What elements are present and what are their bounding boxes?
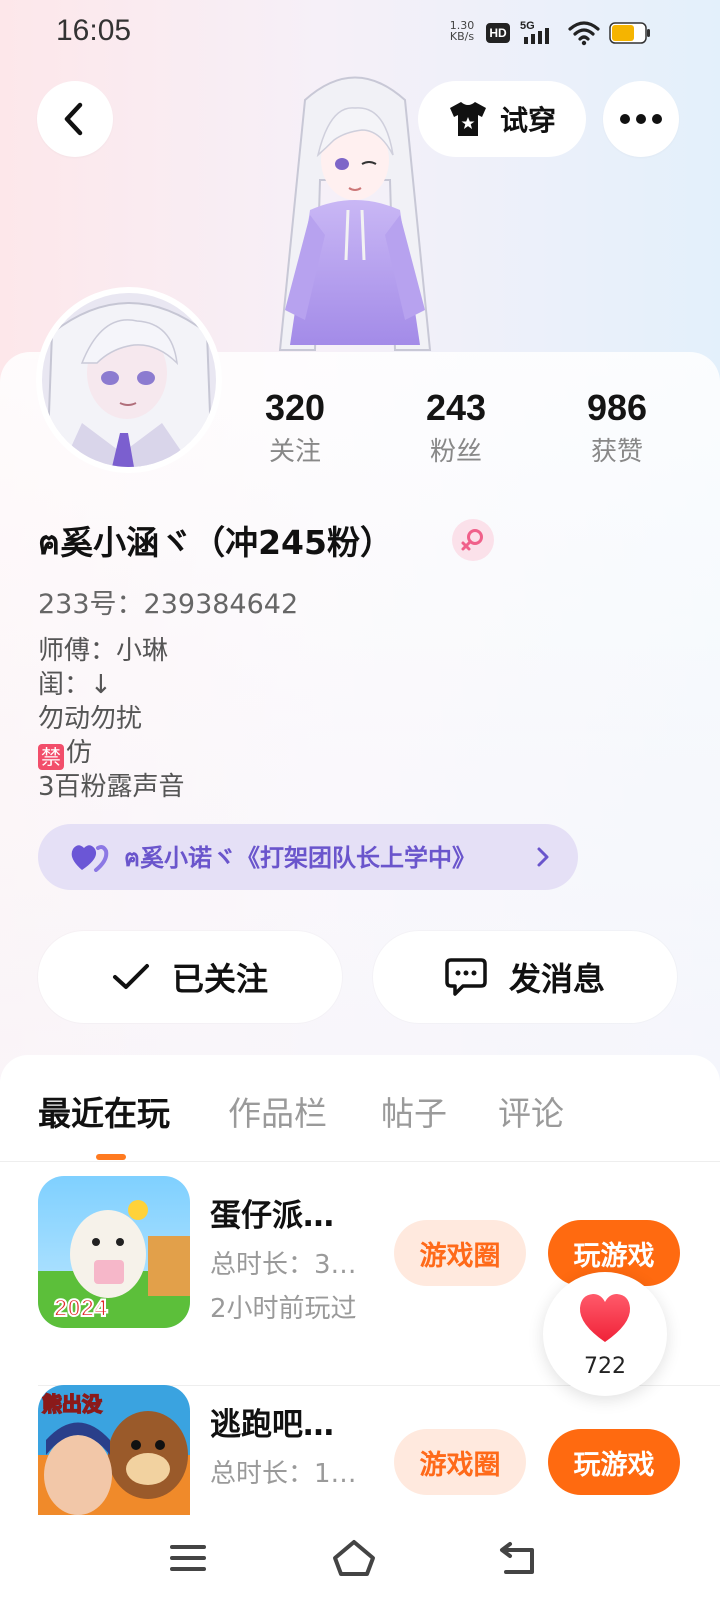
bio-line-4-text: 仿 [66,738,93,768]
gender-badge [452,519,494,561]
game-icon-eggy-party[interactable]: 2024 [38,1176,190,1328]
followed-label: 已关注 [171,960,268,998]
run-away-art: 熊出没 [38,1385,190,1515]
double-heart-icon [71,845,109,872]
female-icon [461,529,483,551]
stat-following[interactable]: 320 关注 [230,386,360,468]
prohibited-icon: 禁 [38,744,64,770]
back-button[interactable] [37,81,113,157]
tab-recently-played[interactable]: 最近在玩 [38,1087,170,1135]
network-speed-unit: KB/s [449,30,475,43]
play-game-button[interactable]: 玩游戏 [548,1429,680,1495]
tshirt-icon [449,102,486,136]
followed-button[interactable]: 已关注 [38,931,342,1023]
partner-banner[interactable]: ฅ奚小诺ヾ《打架团队长上学中》 [38,824,578,890]
send-message-label: 发消息 [508,960,605,998]
hd-badge: HD [486,23,510,43]
message-icon [445,958,487,996]
check-icon [112,964,149,989]
network-speed: 1.30 KB/s [446,20,478,42]
heart-icon [579,1294,631,1342]
tab-bar: 最近在玩 作品栏 帖子 评论 [0,1055,720,1162]
battery-icon [609,22,650,44]
more-options-button[interactable] [603,81,679,157]
tab-comments[interactable]: 评论 [498,1087,564,1135]
bio-line-4: 禁仿 [38,736,185,770]
nav-back-button[interactable] [494,1534,542,1582]
signal-icon: 5G [520,20,549,44]
more-icon [620,114,662,124]
tab-indicator [96,1154,126,1160]
back-icon [64,102,83,136]
menu-icon [170,1545,206,1571]
stat-followers[interactable]: 243 粉丝 [391,386,521,468]
try-on-label: 试穿 [499,104,556,137]
like-count: 722 [584,1354,626,1379]
nav-menu-button[interactable] [164,1534,212,1582]
return-icon [500,1542,534,1574]
avatar-image [42,293,216,467]
user-id: 233号：239384642 [38,589,299,620]
try-on-button[interactable]: 试穿 [418,81,586,157]
avatar[interactable] [36,287,222,473]
status-time: 16:05 [56,14,132,47]
game-duration: 总时长：3… [210,1250,357,1280]
eggy-party-art: 2024 [38,1176,190,1328]
tab-posts[interactable]: 帖子 [381,1087,447,1135]
network-type: 5G [520,20,535,32]
system-nav-bar [0,1516,720,1600]
home-icon [333,1540,375,1576]
partner-name: ฅ奚小诺ヾ《打架团队长上学中》 [124,843,477,872]
following-count: 320 [264,387,326,428]
followers-label: 粉丝 [429,437,482,467]
likes-label: 获赞 [590,437,643,467]
status-bar: 16:05 1.30 KB/s HD 5G [0,0,720,64]
run-away-badge: 熊出没 [42,1392,103,1416]
nav-home-button[interactable] [330,1534,378,1582]
following-label: 关注 [268,437,321,467]
game-last-played: 2小时前玩过 [210,1294,357,1324]
game-circle-button[interactable]: 游戏圈 [394,1429,526,1495]
bio-line-5: 3百粉露声音 [38,772,185,802]
bio: 师傅：小琳 闺：↓ 勿动勿扰 禁仿 3百粉露声音 [38,634,185,804]
bio-line-1: 师傅：小琳 [38,636,169,666]
username: ฅ奚小涵ヾ（冲245粉） [38,523,393,562]
stat-likes[interactable]: 986 获赞 [552,386,682,468]
followers-count: 243 [425,387,487,428]
tab-works[interactable]: 作品栏 [228,1087,327,1135]
game-duration: 总时长：1… [210,1459,357,1489]
likes-count: 986 [586,387,648,428]
game-circle-button[interactable]: 游戏圈 [394,1220,526,1286]
game-icon-run-away[interactable]: 熊出没 [38,1385,190,1515]
eggy-party-badge: 2024 [54,1295,108,1322]
bio-line-3: 勿动勿扰 [38,704,143,734]
bio-line-2: 闺：↓ [38,670,112,700]
game-name: 逃跑吧… [210,1407,334,1443]
chevron-right-icon [537,847,549,867]
send-message-button[interactable]: 发消息 [373,931,677,1023]
like-float-button[interactable]: 722 [543,1272,667,1396]
game-name: 蛋仔派… [210,1198,334,1234]
wifi-icon [568,21,600,46]
